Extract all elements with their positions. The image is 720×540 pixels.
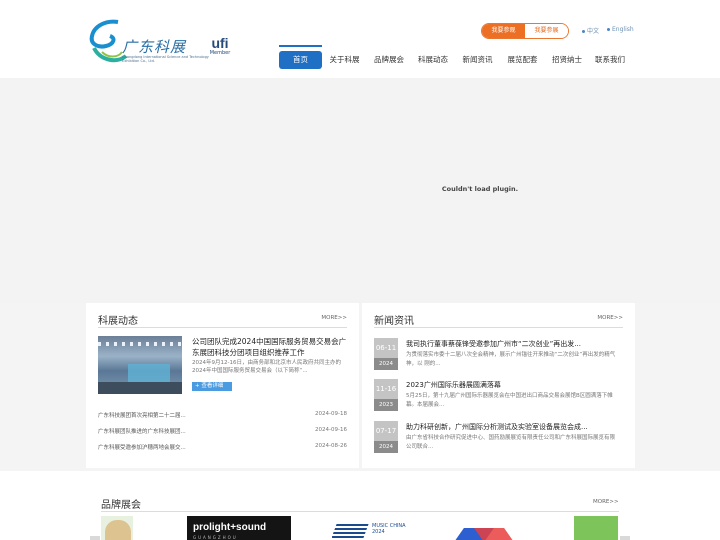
news-item[interactable]: 06-11 2024 我司执行董事蔡葆锋受邀参加广州市“二次创业”再出发... … (374, 338, 623, 378)
date-year: 2024 (374, 441, 398, 453)
news-title[interactable]: 我司执行董事蔡葆锋受邀参加广州市“二次创业”再出发... (406, 339, 622, 349)
news-item[interactable]: 11-16 2023 2023广州国际乐器展圆满落幕 5月25日，第十九届广州国… (374, 379, 623, 419)
main-nav: 首页 关于科展 品牌展会 科展动态 新闻资讯 展览配套 招贤纳士 联系我们 (279, 51, 631, 69)
divider (101, 511, 619, 512)
brand-logo-tile[interactable] (449, 516, 525, 540)
list-item-date: 2024-09-18 (315, 411, 347, 417)
brand-logo-text: prolight+sound (193, 522, 267, 533)
news-item[interactable]: 07-17 2024 助力科研创新，广州国际分析测试及实验室设备展览会成... … (374, 421, 623, 461)
list-item-title: 广东科展团队推进的广东科技展团... (98, 429, 186, 435)
date-badge: 06-11 2024 (374, 338, 398, 370)
brand-logo-prolight[interactable]: prolight+sound GUANGZHOU (187, 516, 291, 540)
brand-logo-city: GUANGZHOU (193, 535, 238, 540)
nav-news[interactable]: 新闻资讯 (455, 51, 500, 69)
list-item-date: 2024-08-26 (315, 443, 347, 449)
header: 广东科展 Guangdong International Science and… (0, 0, 720, 78)
plugin-error-message: Couldn't load plugin. (441, 185, 519, 193)
nav-brand-exhibitions[interactable]: 品牌展会 (367, 51, 411, 69)
date-year: 2024 (374, 358, 398, 370)
visit-exhibit-toggle: 我要参观 我要参展 (481, 23, 569, 39)
feature-description: 2024年9月12-16日，由商务部和北京市人民政府共同主办的2024年中国国际… (192, 360, 341, 374)
news-title[interactable]: 2023广州国际乐器展圆满落幕 (406, 380, 622, 390)
feature-title[interactable]: 公司团队完成2024中国国际服务贸易交易会广东展团科技分团项目组织推荐工作 (192, 336, 348, 358)
nav-about[interactable]: 关于科展 (322, 51, 367, 69)
nav-contact[interactable]: 联系我们 (589, 51, 631, 69)
feature-image[interactable] (98, 336, 182, 394)
divider (98, 327, 347, 328)
lang-english-label: English (612, 26, 634, 33)
more-link[interactable]: MORE>> (597, 315, 623, 321)
date-badge: 11-16 2023 (374, 379, 398, 411)
nav-careers[interactable]: 招贤纳士 (545, 51, 589, 69)
lang-chinese-label: 中文 (587, 28, 600, 35)
nav-exhibition-services[interactable]: 展览配套 (500, 51, 545, 69)
nav-kezhan-news[interactable]: 科展动态 (411, 51, 455, 69)
visit-button[interactable]: 我要参观 (482, 24, 525, 38)
floor (98, 382, 182, 394)
date-day: 06-11 (375, 344, 397, 352)
bullet-icon (607, 28, 610, 31)
news-description: 由广东省科技合作研究促进中心、国药励展展览有限责任公司和广东科展国际展览有限公司… (406, 435, 616, 450)
news-description: 5月25日，第十九届广州国际乐器展览会在中国进出口商品交易会展馆B区圆满落下帷幕… (406, 393, 613, 408)
brand-logo-stripes (332, 524, 369, 538)
carousel-next-icon[interactable] (620, 536, 630, 540)
brand-logo-tile[interactable] (101, 516, 133, 540)
brand-title: 品牌展会 (101, 500, 141, 511)
brand-logo-tile[interactable] (574, 516, 618, 540)
nav-active-indicator (279, 45, 322, 47)
bullet-icon (582, 30, 585, 33)
lang-english-link[interactable]: English (607, 26, 634, 33)
panel-title: 新闻资讯 (374, 316, 414, 327)
lang-chinese-link[interactable]: 中文 (582, 26, 599, 35)
exhibit-button[interactable]: 我要参展 (525, 24, 568, 38)
news-title[interactable]: 助力科研创新，广州国际分析测试及实验室设备展览会成... (406, 422, 622, 432)
more-link[interactable]: MORE>> (593, 499, 619, 505)
brand-logo-shape (105, 520, 131, 540)
panel-title: 科展动态 (98, 316, 138, 327)
date-day: 07-17 (375, 427, 397, 435)
ufi-member-label: Member (209, 50, 231, 56)
carousel-prev-icon[interactable] (90, 536, 100, 540)
nav-home[interactable]: 首页 (279, 51, 322, 69)
news-info-panel: 新闻资讯 MORE>> 06-11 2024 我司执行董事蔡葆锋受邀参加广州市“… (362, 303, 635, 468)
divider (374, 327, 623, 328)
list-item-title: 广东科展受邀参加沪穗两地会展交... (98, 445, 186, 451)
list-item[interactable]: 广东科技展团首次亮相第二十二届... 2024-09-18 (98, 411, 347, 427)
list-item[interactable]: 广东科展团队推进的广东科技展团... 2024-09-16 (98, 427, 347, 443)
ufi-logo-text: ufi (211, 35, 229, 51)
kezhan-news-panel: 科展动态 MORE>> 公司团队完成2024中国国际服务贸易交易会广东展团科技分… (86, 303, 359, 468)
news-description: 为贯彻落实市委十二届八次全会精神，展示广州锚往开来推动“二次创业”再出发的精气神… (406, 352, 616, 367)
date-year: 2023 (374, 399, 398, 411)
banner-plugin-area: Couldn't load plugin. (0, 78, 720, 303)
ceiling-lights (98, 342, 182, 346)
brand-logo-music-china[interactable]: MUSIC CHINA 2024 (332, 516, 412, 540)
more-link[interactable]: MORE>> (321, 315, 347, 321)
date-badge: 07-17 2024 (374, 421, 398, 453)
list-item-title: 广东科技展团首次亮相第二十二届... (98, 413, 186, 419)
list-item[interactable]: 广东科展受邀参加沪穗两地会展交... 2024-08-26 (98, 443, 347, 459)
ufi-member-logo: ufi Member (208, 36, 232, 64)
brand-logo-text: MUSIC CHINA 2024 (372, 523, 406, 535)
date-day: 11-16 (375, 385, 397, 393)
list-item-date: 2024-09-16 (315, 427, 347, 433)
logo-english-name: Guangdong International Science and Tech… (122, 55, 209, 63)
news-list: 广东科技展团首次亮相第二十二届... 2024-09-18 广东科展团队推进的广东… (98, 411, 347, 459)
view-detail-button[interactable]: + 查看详细 (192, 382, 232, 391)
logo-chinese-name: 广东科展 (122, 38, 187, 56)
